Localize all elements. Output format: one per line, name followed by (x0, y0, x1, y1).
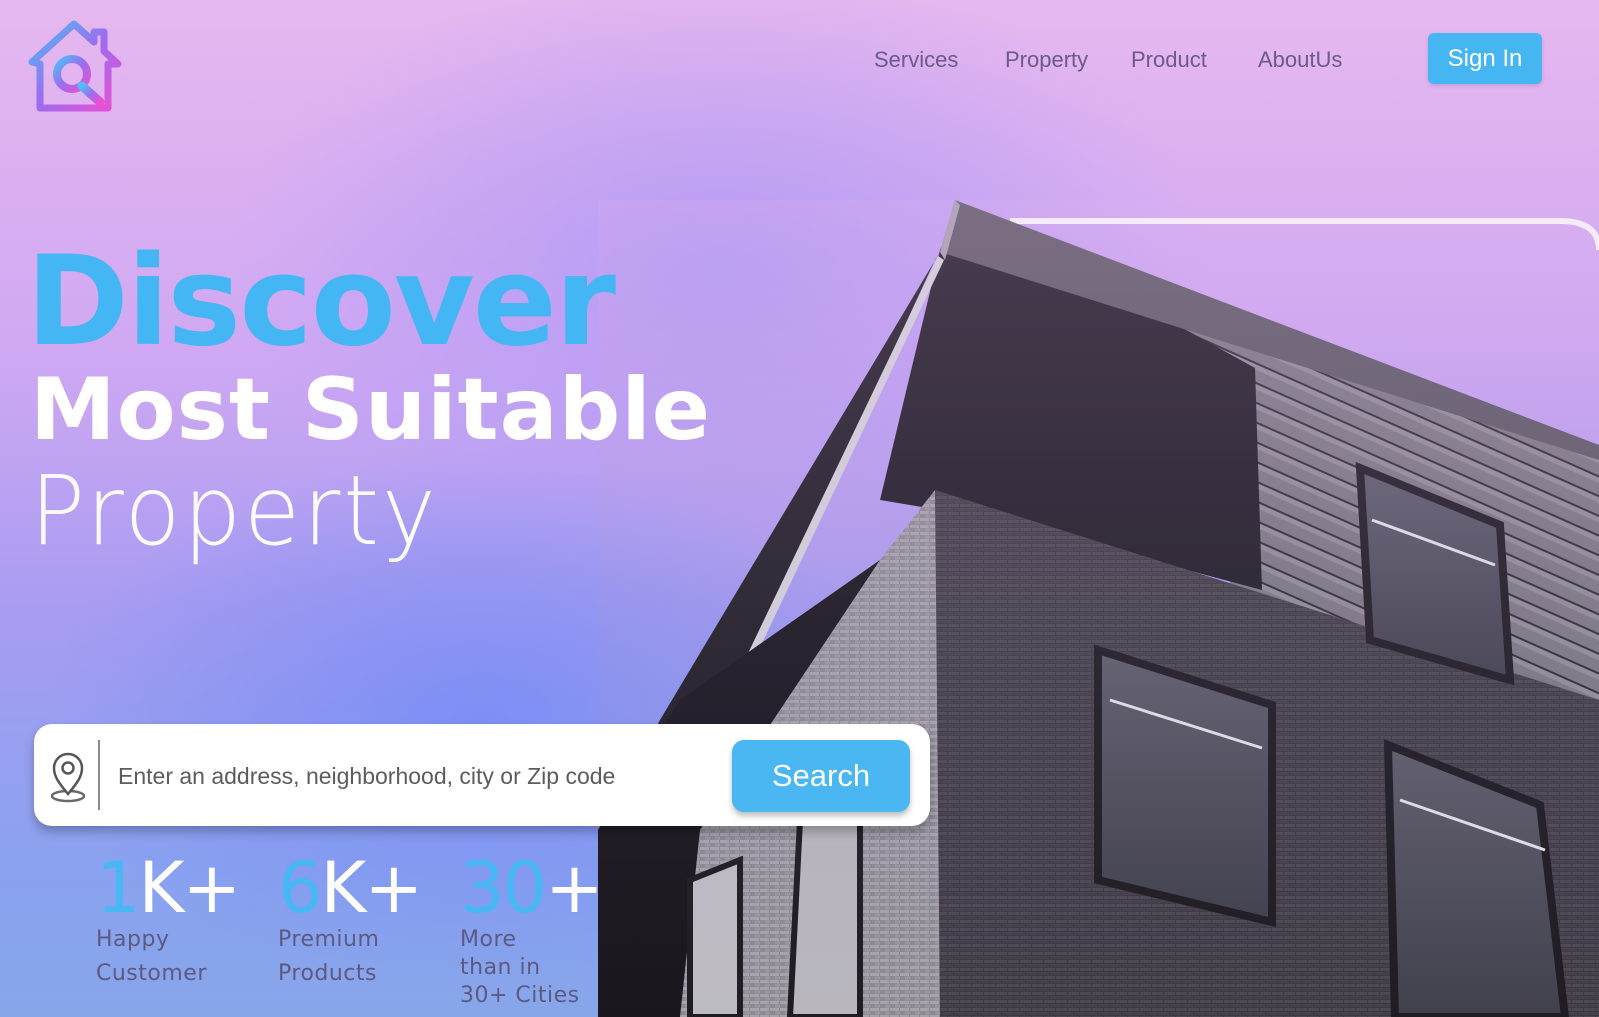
location-pin-icon (50, 752, 86, 803)
search-input[interactable] (116, 752, 720, 800)
stat-label: Happy Customer (96, 927, 207, 986)
hero-title-property: Property (30, 456, 460, 566)
hero-title-discover: Discover (26, 230, 616, 374)
nav-aboutus-link[interactable]: AboutUs (1258, 44, 1342, 76)
stat-happy-customer: 1K+ Happy Customer (96, 847, 241, 988)
stat-label: Premium Products (278, 927, 380, 986)
stat-premium-products: 6K+ Premium Products (278, 847, 423, 988)
search-bar: Search (34, 724, 930, 826)
nav-property-link[interactable]: Property (1005, 44, 1088, 76)
hero-title-property-text: Property (30, 455, 439, 567)
hero-title-most-suitable: Most Suitable (30, 360, 712, 460)
stat-cities: 30+ More than in 30+ Cities (460, 847, 604, 1010)
main-nav: Services Property Product AboutUs (0, 44, 1599, 76)
sign-in-button[interactable]: Sign In (1428, 33, 1542, 84)
stat-label: More than in 30+ Cities (460, 927, 580, 1008)
stat-number: 30+ (460, 847, 604, 929)
search-button[interactable]: Search (732, 740, 910, 812)
nav-services-link[interactable]: Services (874, 44, 958, 76)
stat-number: 6K+ (278, 847, 423, 929)
search-divider (98, 740, 100, 810)
nav-product-link[interactable]: Product (1131, 44, 1207, 76)
stat-number: 1K+ (96, 847, 241, 929)
